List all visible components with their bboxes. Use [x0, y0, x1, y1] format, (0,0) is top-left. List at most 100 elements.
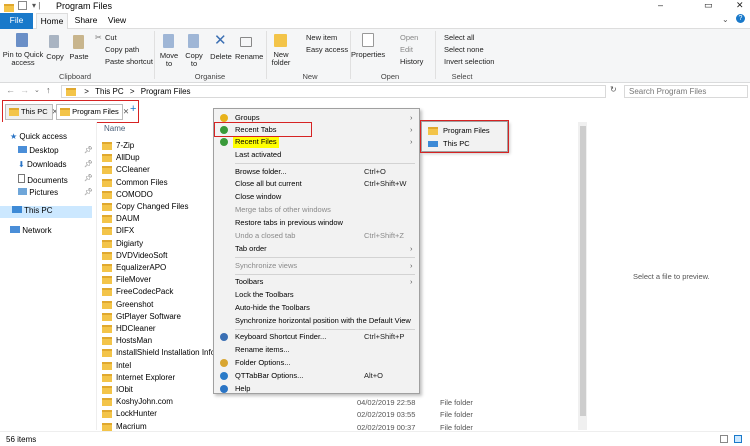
scrollbar-thumb[interactable] — [580, 126, 586, 416]
new-folder-button[interactable]: New folder — [268, 51, 294, 67]
menu-item-merge-tabs-of-other-windows[interactable]: Merge tabs of other windows — [214, 204, 419, 216]
list-item[interactable]: FileMover — [102, 274, 151, 286]
invert-selection-button[interactable]: Invert selection — [444, 57, 494, 66]
recent-locations-icon[interactable]: ⌄ — [34, 86, 40, 94]
list-item[interactable]: GtPlayer Software — [102, 311, 181, 323]
open-button[interactable]: Open — [400, 33, 418, 42]
up-icon[interactable]: ↑ — [46, 85, 51, 95]
list-item[interactable]: HostsMan — [102, 335, 152, 347]
list-item[interactable]: Copy Changed Files — [102, 201, 188, 213]
list-item[interactable]: AllDup — [102, 152, 140, 164]
file-name: HostsMan — [116, 336, 153, 345]
list-item[interactable]: EqualizerAPO — [102, 262, 166, 274]
nav-item-network[interactable]: Network — [10, 226, 52, 235]
help-icon[interactable]: ? — [736, 14, 745, 23]
menu-item-close-all-but-current[interactable]: Close all but current Ctrl+Shift+W — [214, 178, 419, 190]
list-item[interactable]: FreeCodecPack — [102, 286, 173, 298]
nav-item-quick-access[interactable]: ★ Quick access — [10, 132, 67, 141]
menu-item-toolbars[interactable]: Toolbars › — [214, 276, 419, 288]
red-highlight-box — [420, 120, 509, 153]
list-item[interactable]: Internet Explorer — [102, 372, 175, 384]
address-bar[interactable]: > This PC > Program Files — [61, 85, 606, 98]
properties-button[interactable]: Properties — [351, 51, 385, 59]
file-name: LockHunter — [116, 409, 157, 418]
list-item[interactable]: Common Files — [102, 177, 168, 189]
column-name[interactable]: Name — [104, 124, 125, 133]
menu-item-close-window[interactable]: Close window — [214, 191, 419, 203]
menu-item-restore-tabs-in-previous-window[interactable]: Restore tabs in previous window — [214, 217, 419, 229]
list-item[interactable]: InstallShield Installation Informa — [102, 347, 229, 359]
menu-item-synchronize-views[interactable]: Synchronize views › — [214, 260, 419, 272]
list-item[interactable]: LockHunter — [102, 408, 157, 420]
select-all-button[interactable]: Select all — [444, 33, 474, 42]
breadcrumb-program-files[interactable]: Program Files — [141, 87, 191, 96]
breadcrumb-this-pc[interactable]: This PC — [95, 87, 123, 96]
menu-item-qttabbar-options[interactable]: QTTabBar Options... Alt+O — [214, 370, 419, 382]
list-item[interactable]: COMODO — [102, 189, 153, 201]
tab-file[interactable]: File — [0, 13, 33, 29]
select-none-button[interactable]: Select none — [444, 45, 484, 54]
nav-item-downloads[interactable]: ⬇ Downloads — [18, 160, 67, 169]
menu-item-undo-a-closed-tab[interactable]: Undo a closed tab Ctrl+Shift+Z — [214, 230, 419, 242]
ribbon-collapse-icon[interactable]: ⌄ — [722, 15, 729, 24]
menu-item-auto-hide-the-toolbars[interactable]: Auto-hide the Toolbars — [214, 302, 419, 314]
nav-item-documents[interactable]: Documents — [18, 174, 68, 185]
tab-home[interactable]: Home — [36, 13, 68, 29]
folder-icon — [102, 178, 112, 187]
nav-item-pictures[interactable]: Pictures — [18, 188, 58, 197]
paste-shortcut-button[interactable]: Paste shortcut — [105, 57, 153, 66]
properties-qat-icon[interactable] — [18, 1, 27, 10]
pane-divider[interactable] — [96, 122, 97, 430]
refresh-icon[interactable]: ↻ — [610, 85, 617, 94]
search-input[interactable]: Search Program Files — [624, 85, 748, 98]
menu-item-lock-the-toolbars[interactable]: Lock the Toolbars — [214, 289, 419, 301]
nav-item-desktop[interactable]: Desktop — [18, 146, 59, 155]
easy-access-button[interactable]: Easy access — [306, 45, 348, 54]
maximize-button[interactable]: ▭ — [704, 0, 713, 11]
list-item[interactable]: Digiarty — [102, 238, 143, 250]
star-icon: ★ — [10, 132, 18, 141]
menu-item-synchronize-horizontal-position-with-the-default-view[interactable]: Synchronize horizontal position with the… — [214, 315, 419, 327]
list-item[interactable]: DVDVideoSoft — [102, 250, 167, 262]
back-icon[interactable]: ← — [6, 85, 15, 95]
list-item[interactable]: KoshyJohn.com — [102, 396, 173, 408]
menu-item-last-activated[interactable]: Last activated — [214, 149, 419, 161]
edit-button[interactable]: Edit — [400, 45, 413, 54]
nav-item-this-pc[interactable]: This PC — [0, 206, 92, 218]
list-item[interactable]: Intel — [102, 360, 131, 372]
rename-button[interactable]: Rename — [235, 53, 263, 61]
copy-button[interactable]: Copy — [44, 53, 66, 61]
menu-item-browse-folder[interactable]: Browse folder... Ctrl+O — [214, 166, 419, 178]
cut-button[interactable]: Cut — [105, 33, 117, 42]
copy-path-button[interactable]: Copy path — [105, 45, 139, 54]
list-item[interactable]: CCleaner — [102, 164, 150, 176]
tab-view[interactable]: View — [106, 13, 128, 29]
forward-icon[interactable]: → — [20, 85, 29, 95]
list-item[interactable]: 7-Zip — [102, 140, 134, 152]
copy-to-button[interactable]: Copy to — [182, 52, 206, 68]
pin-quick-access-button[interactable]: Pin to Quick access — [2, 51, 44, 67]
folder-icon — [102, 251, 112, 260]
list-item[interactable]: DAUM — [102, 213, 140, 225]
delete-button[interactable]: Delete — [208, 53, 234, 61]
move-to-button[interactable]: Move to — [157, 52, 181, 68]
menu-item-recent-files[interactable]: Recent Files › — [214, 136, 419, 148]
menu-item-folder-options[interactable]: Folder Options... — [214, 357, 419, 369]
history-button[interactable]: History — [400, 57, 423, 66]
details-view-icon[interactable] — [720, 435, 728, 443]
list-item[interactable]: DIFX — [102, 225, 134, 237]
menu-item-help[interactable]: Help — [214, 383, 419, 395]
large-icons-view-icon[interactable] — [734, 435, 742, 443]
qat-dropdown-icon[interactable]: ▾ | — [32, 1, 40, 10]
list-item[interactable]: IObit — [102, 384, 133, 396]
close-button[interactable]: ✕ — [736, 0, 744, 11]
menu-item-rename-items[interactable]: Rename items... — [214, 344, 419, 356]
new-item-button[interactable]: New item — [306, 33, 337, 42]
list-item[interactable]: Greenshot — [102, 299, 153, 311]
menu-item-tab-order[interactable]: Tab order › — [214, 243, 419, 255]
tab-share[interactable]: Share — [74, 13, 98, 29]
minimize-button[interactable]: – — [658, 0, 663, 10]
paste-button[interactable]: Paste — [67, 53, 91, 61]
menu-item-keyboard-shortcut-finder[interactable]: Keyboard Shortcut Finder... Ctrl+Shift+P — [214, 331, 419, 343]
list-item[interactable]: HDCleaner — [102, 323, 156, 335]
